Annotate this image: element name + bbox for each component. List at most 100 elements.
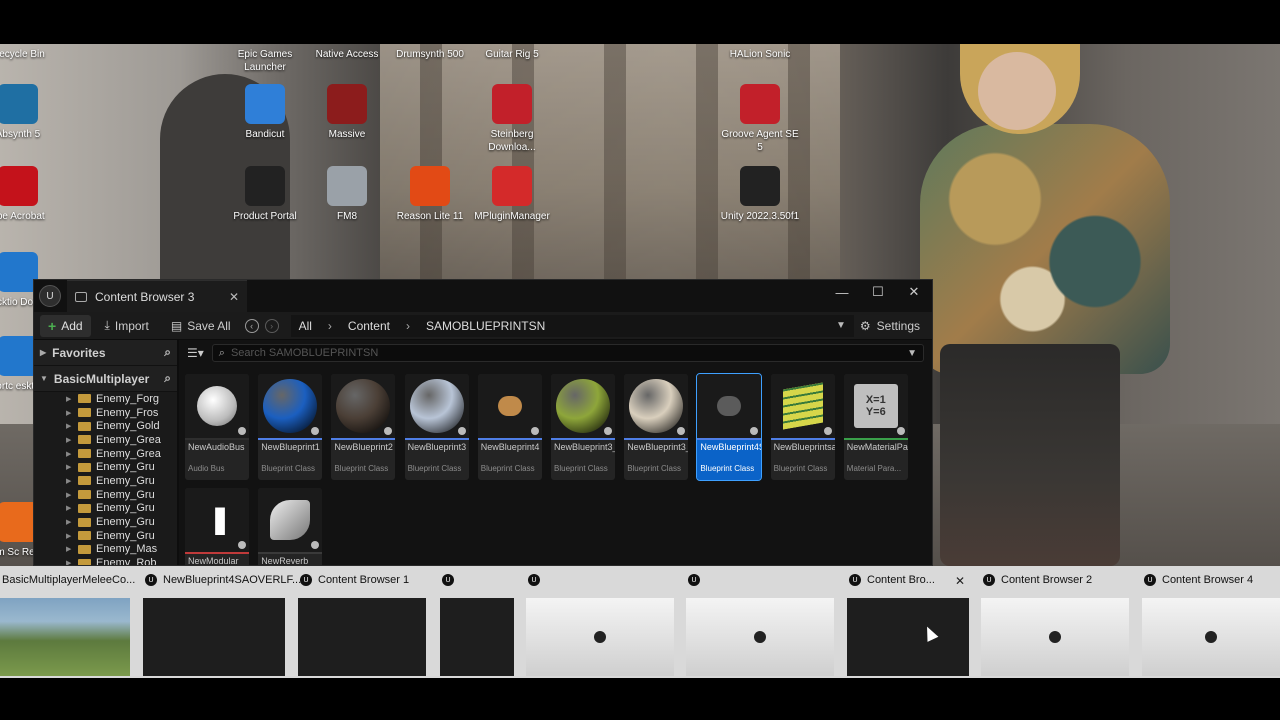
- folder-item[interactable]: ▶ Enemy_Rob: [66, 556, 177, 565]
- desktop-shortcut[interactable]: Massive: [307, 84, 387, 141]
- chevron-right-icon[interactable]: ▶: [66, 395, 73, 403]
- asset-tile[interactable]: NewAudioBus Audio Bus: [185, 374, 249, 480]
- favorites-label: Favorites: [52, 345, 106, 360]
- desktop-shortcut-label: Massive: [328, 129, 366, 140]
- asset-tile[interactable]: X=1Y=6 NewMaterialParameter Material Para.…: [843, 374, 908, 480]
- filter-icon[interactable]: ☰▾: [187, 346, 204, 360]
- task-preview-close-icon[interactable]: ✕: [955, 574, 965, 588]
- folder-item[interactable]: ▶ Enemy_Fros: [66, 406, 177, 420]
- folder-item[interactable]: ▶ Enemy_Gru: [66, 502, 177, 516]
- task-preview-image: [526, 598, 674, 676]
- asset-tile[interactable]: NewBlueprint3_Child Blueprint Class: [551, 374, 615, 480]
- folder-item[interactable]: ▶ Enemy_Gru: [66, 515, 177, 529]
- search-icon[interactable]: ⌕: [164, 371, 171, 386]
- desktop-shortcut[interactable]: Steinberg Downloa...: [472, 84, 552, 154]
- project-section[interactable]: ▼ BasicMultiplayer ⌕: [34, 366, 177, 392]
- folder-item[interactable]: ▶ Enemy_Gru: [66, 460, 177, 474]
- search-row: ☰▾ ⌕ Search SAMOBLUEPRINTSN ▼: [179, 340, 932, 366]
- desktop-shortcut[interactable]: Drumsynth 500: [390, 48, 470, 61]
- task-preview[interactable]: U Content Browser 2: [981, 566, 1129, 678]
- chevron-right-icon[interactable]: ▶: [66, 545, 73, 553]
- chevron-right-icon[interactable]: ▶: [66, 422, 73, 430]
- window-titlebar[interactable]: U Content Browser 3 ✕ — ☐ ✕: [34, 280, 932, 312]
- sources-panel: ▶ Favorites ⌕ ▼ BasicMultiplayer ⌕ ▶ Enem…: [34, 340, 179, 565]
- chevron-right-icon[interactable]: ▶: [66, 491, 73, 499]
- favorites-section[interactable]: ▶ Favorites ⌕: [34, 340, 177, 366]
- task-preview[interactable]: BasicMultiplayerMeleeCo...: [0, 566, 135, 678]
- chevron-down-icon[interactable]: ▼: [907, 348, 917, 359]
- folder-item[interactable]: ▶ Enemy_Grea: [66, 447, 177, 461]
- breadcrumb-folder[interactable]: SAMOBLUEPRINTSN: [426, 319, 545, 333]
- asset-tile[interactable]: NewBlueprintsam... Blueprint Class: [770, 374, 835, 480]
- desktop-shortcut-label: FM8: [337, 211, 357, 222]
- breadcrumb-separator-icon[interactable]: ›: [328, 319, 332, 333]
- task-preview[interactable]: U: [526, 566, 674, 678]
- chevron-right-icon[interactable]: ▶: [66, 532, 73, 540]
- chevron-right-icon[interactable]: ▶: [66, 518, 73, 526]
- asset-tile[interactable]: NewBlueprint4SA... Blueprint Class: [696, 373, 763, 481]
- task-preview-image: [440, 598, 514, 676]
- folder-item[interactable]: ▶ Enemy_Gold: [66, 419, 177, 433]
- desktop-shortcut[interactable]: Guitar Rig 5: [472, 48, 552, 61]
- chevron-right-icon[interactable]: ▶: [66, 559, 73, 565]
- chevron-right-icon[interactable]: ▶: [66, 436, 73, 444]
- desktop-shortcut[interactable]: HALion Sonic: [720, 48, 800, 61]
- settings-button[interactable]: ⚙ Settings: [860, 319, 926, 333]
- desktop-shortcut[interactable]: Reason Lite 11: [390, 166, 470, 223]
- tab-content-browser-3[interactable]: Content Browser 3 ✕: [67, 280, 247, 312]
- maximize-button[interactable]: ☐: [860, 280, 896, 304]
- add-button[interactable]: + Add: [40, 314, 91, 337]
- desktop-shortcut[interactable]: FM8: [307, 166, 387, 223]
- folder-item[interactable]: ▶ Enemy_Gru: [66, 474, 177, 488]
- breadcrumb-all[interactable]: All: [299, 319, 312, 333]
- task-preview[interactable]: U Content Bro... ✕: [847, 566, 969, 678]
- screen: ecycle Bin Epic Games Launcher Native Acce…: [0, 0, 1280, 720]
- desktop-shortcut[interactable]: Product Portal: [225, 166, 305, 223]
- search-icon[interactable]: ⌕: [164, 345, 171, 360]
- task-preview-image: [981, 598, 1129, 676]
- task-preview-image: [686, 598, 834, 676]
- folder-item[interactable]: ▶ Enemy_Gru: [66, 529, 177, 543]
- folder-item[interactable]: ▶ Enemy_Mas: [66, 543, 177, 557]
- tab-close-icon[interactable]: ✕: [229, 290, 239, 304]
- task-preview[interactable]: U Content Browser 4: [1142, 566, 1280, 678]
- close-button[interactable]: ✕: [896, 280, 932, 304]
- asset-tile[interactable]: ||||| NewModular: [185, 488, 249, 565]
- desktop-shortcut[interactable]: ecycle Bin: [0, 48, 62, 61]
- desktop-shortcut[interactable]: MPluginManager: [472, 166, 552, 223]
- chevron-right-icon[interactable]: ▶: [66, 450, 73, 458]
- task-preview[interactable]: U: [686, 566, 834, 678]
- task-preview[interactable]: U: [440, 566, 514, 678]
- minimize-button[interactable]: —: [824, 280, 860, 304]
- chevron-right-icon[interactable]: ▶: [66, 477, 73, 485]
- desktop-shortcut[interactable]: Unity 2022.3.50f1: [720, 166, 800, 223]
- chevron-down-icon[interactable]: ▼: [836, 320, 846, 331]
- chevron-right-icon[interactable]: ▶: [66, 504, 73, 512]
- desktop-shortcut[interactable]: Absynth 5: [0, 84, 58, 141]
- save-all-button[interactable]: ▤ Save All: [163, 315, 239, 337]
- task-preview[interactable]: U Content Browser 1: [298, 566, 426, 678]
- asset-tile[interactable]: NewBlueprint3 Blueprint Class: [404, 374, 469, 480]
- folder-item[interactable]: ▶ Enemy_Gru: [66, 488, 177, 502]
- desktop-shortcut[interactable]: Bandicut: [225, 84, 305, 141]
- search-input[interactable]: ⌕ Search SAMOBLUEPRINTSN ▼: [211, 344, 924, 362]
- desktop-shortcut[interactable]: Native Access: [307, 48, 387, 61]
- task-preview[interactable]: U NewBlueprint4SAOVERLF...: [143, 566, 301, 678]
- asset-tile[interactable]: NewReverb: [258, 488, 323, 565]
- folder-item[interactable]: ▶ Enemy_Grea: [66, 433, 177, 447]
- asset-tile[interactable]: NewBlueprint2 Blueprint Class: [331, 374, 396, 480]
- asset-tile[interactable]: NewBlueprint3_Child1 Blueprint Class: [624, 374, 689, 480]
- asset-tile[interactable]: NewBlueprint1 Blueprint Class: [258, 374, 323, 480]
- chevron-right-icon[interactable]: ▶: [66, 409, 73, 417]
- asset-tile[interactable]: NewBlueprint4 Blueprint Class: [477, 374, 542, 480]
- breadcrumb-content[interactable]: Content: [348, 319, 390, 333]
- breadcrumb-separator-icon[interactable]: ›: [406, 319, 410, 333]
- import-button[interactable]: ⤓ Import: [97, 315, 157, 337]
- desktop-shortcut[interactable]: obe Acrobat: [0, 166, 58, 223]
- forward-arrow-icon[interactable]: ›: [264, 318, 279, 333]
- desktop-shortcut[interactable]: Epic Games Launcher: [225, 48, 305, 74]
- chevron-right-icon[interactable]: ▶: [66, 463, 73, 471]
- desktop-shortcut[interactable]: Groove Agent SE 5: [720, 84, 800, 154]
- back-arrow-icon[interactable]: ‹: [244, 318, 259, 333]
- folder-item[interactable]: ▶ Enemy_Forg: [66, 392, 177, 406]
